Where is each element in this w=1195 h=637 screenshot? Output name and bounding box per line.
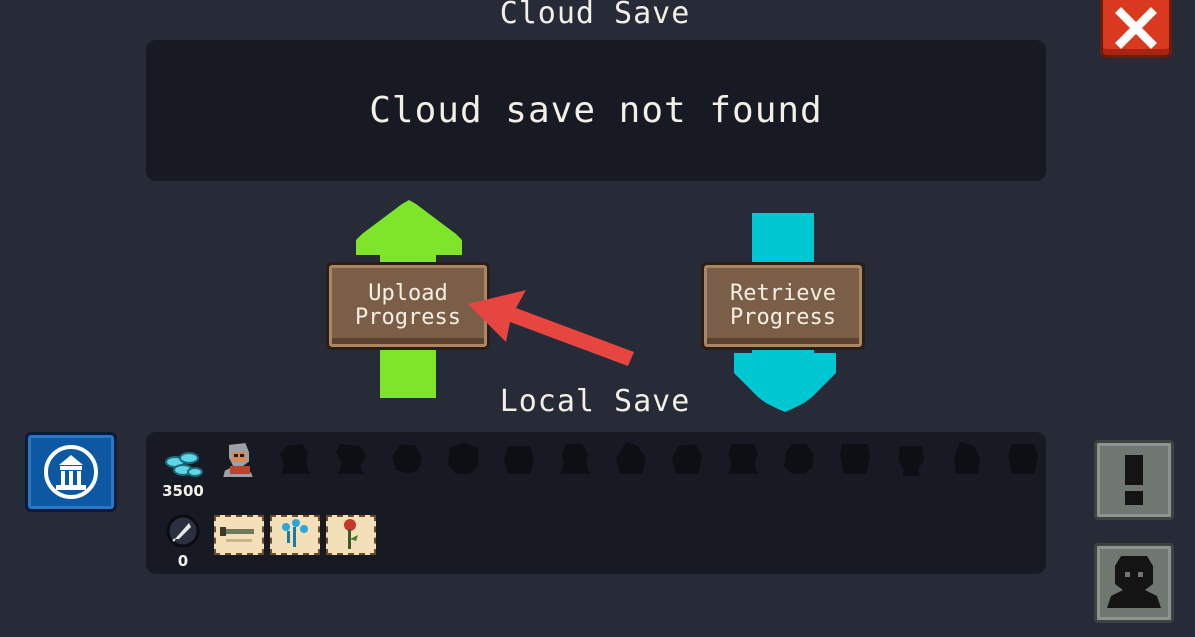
cloud-save-panel: Cloud save not found: [146, 40, 1046, 181]
retrieve-label-line2: Progress: [730, 305, 836, 330]
locked-character-icon: [784, 444, 814, 474]
blue-plant-item-icon: [282, 519, 308, 547]
locked-character-icon: [898, 446, 924, 476]
cloud-save-title: Cloud Save: [499, 0, 691, 31]
locked-character-icon: [840, 444, 870, 474]
local-save-title: Local Save: [499, 384, 691, 419]
temple-icon: [44, 445, 98, 499]
exclamation-icon: [1125, 455, 1143, 505]
coins-count: 3500: [162, 482, 204, 500]
locked-character-icon: [672, 444, 702, 474]
retrieve-label-line1: Retrieve: [730, 281, 836, 306]
locked-character-icon: [560, 444, 590, 474]
profile-button[interactable]: [1094, 543, 1174, 623]
person-silhouette-icon: [1107, 556, 1161, 608]
locked-character-icon: [280, 444, 310, 474]
cloud-save-status: Cloud save not found: [369, 90, 823, 131]
item-card: [270, 515, 320, 555]
sword-item-icon: [220, 527, 254, 542]
locked-character-icon: [448, 442, 478, 474]
pointer-arrow-icon: [468, 290, 634, 366]
coins-icon: [165, 452, 203, 477]
locked-character-icon: [616, 442, 646, 474]
locked-character-icon: [392, 444, 422, 474]
upload-label-line1: Upload: [368, 281, 448, 306]
cloud-save-screen: Cloud Save Cloud save not found Upload P…: [0, 0, 1195, 637]
locked-character-icon: [1008, 444, 1038, 474]
temple-button[interactable]: [25, 432, 117, 512]
locked-character-icon: [336, 444, 366, 474]
item-card: [214, 515, 264, 555]
feather-icon: [166, 514, 200, 548]
item-card: [326, 515, 376, 555]
locked-character-icon: [504, 446, 534, 474]
feathers-count: 0: [177, 552, 189, 570]
alert-button[interactable]: [1094, 440, 1174, 520]
red-plant-item-icon: [344, 519, 358, 549]
character-portrait-icon: [220, 440, 256, 479]
close-button[interactable]: [1100, 0, 1172, 58]
locked-character-icon: [728, 444, 758, 474]
locked-character-icon: [954, 442, 980, 474]
close-icon: [1115, 7, 1157, 49]
retrieve-progress-button[interactable]: Retrieve Progress: [701, 262, 865, 350]
upload-label-line2: Progress: [355, 305, 461, 330]
